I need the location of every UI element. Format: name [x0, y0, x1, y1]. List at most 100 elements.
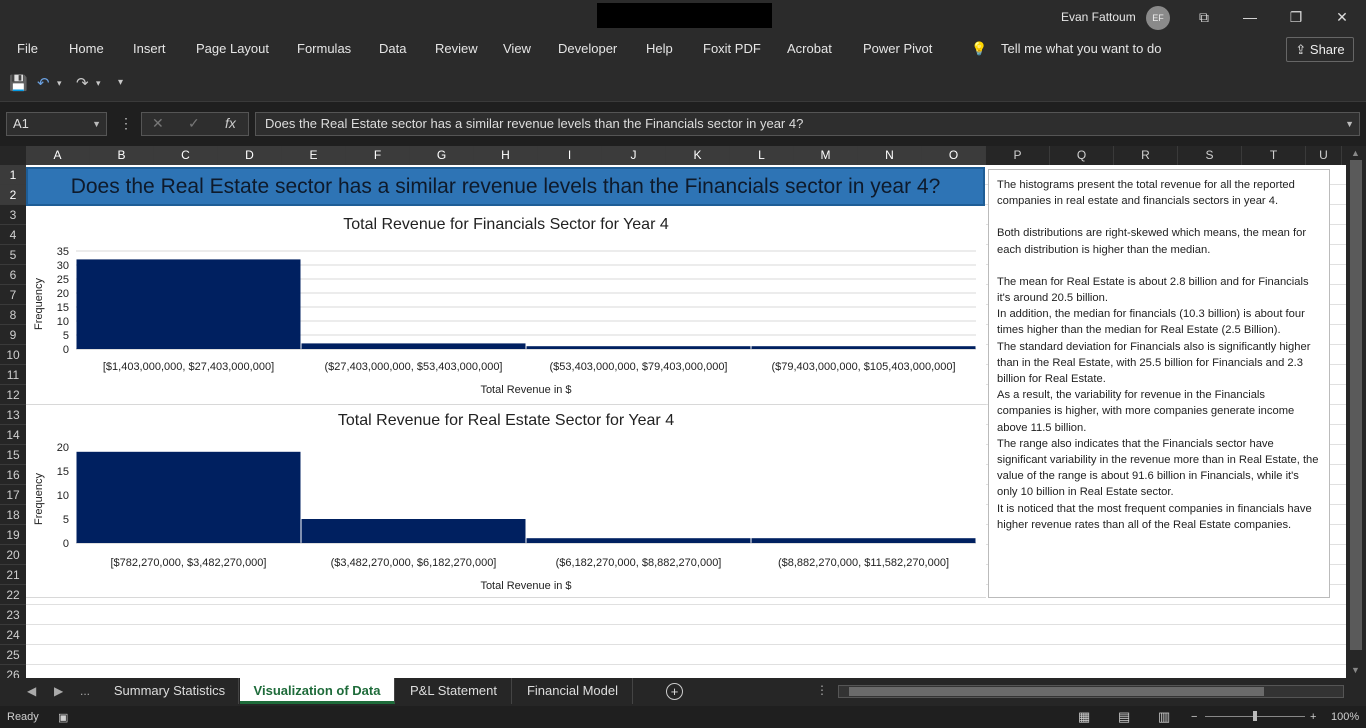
row-header[interactable]: 11 [0, 365, 26, 385]
worksheet-grid[interactable]: Does the Real Estate sector has a simila… [26, 165, 1346, 678]
row-header[interactable]: 23 [0, 605, 26, 625]
column-header[interactable]: B [90, 146, 154, 165]
scroll-thumb[interactable] [849, 687, 1264, 696]
scroll-up-icon[interactable]: ▲ [1351, 148, 1360, 158]
zoom-in-icon[interactable]: + [1310, 711, 1316, 723]
column-header[interactable]: I [538, 146, 602, 165]
column-header[interactable]: E [282, 146, 346, 165]
row-header[interactable]: 12 [0, 385, 26, 405]
minimize-icon[interactable]: — [1238, 5, 1262, 29]
accessibility-icon[interactable]: ▣ [58, 711, 68, 724]
row-header[interactable]: 10 [0, 345, 26, 365]
row-header[interactable]: 20 [0, 545, 26, 565]
chevron-down-icon[interactable]: ▼ [92, 113, 101, 135]
page-layout-view-icon[interactable]: ▤ [1118, 709, 1130, 725]
real-estate-histogram[interactable]: Total Revenue for Real Estate Sector for… [26, 405, 986, 598]
sheet-tab-financial-model[interactable]: Financial Model [513, 678, 633, 704]
row-header[interactable]: 26 [0, 665, 26, 678]
horizontal-scrollbar[interactable] [838, 685, 1344, 698]
column-header[interactable]: D [218, 146, 282, 165]
row-header[interactable]: 15 [0, 445, 26, 465]
undo-icon[interactable]: ↶ [37, 74, 50, 92]
redo-dropdown-icon[interactable]: ▾ [96, 78, 101, 89]
tab-help[interactable]: Help [646, 41, 673, 56]
row-header[interactable]: 21 [0, 565, 26, 585]
tab-formulas[interactable]: Formulas [297, 41, 351, 56]
column-header[interactable]: C [154, 146, 218, 165]
scroll-thumb[interactable] [1350, 160, 1362, 650]
row-header[interactable]: 8 [0, 305, 26, 325]
tab-power-pivot[interactable]: Power Pivot [863, 41, 932, 56]
column-header[interactable]: U [1306, 146, 1342, 165]
row-header[interactable]: 13 [0, 405, 26, 425]
column-header[interactable]: G [410, 146, 474, 165]
column-header[interactable]: P [986, 146, 1050, 165]
row-header[interactable]: 4 [0, 225, 26, 245]
row-header[interactable]: 9 [0, 325, 26, 345]
row-header[interactable]: 1 [0, 165, 26, 185]
row-header[interactable]: 14 [0, 425, 26, 445]
sheet-tab-pl-statement[interactable]: P&L Statement [396, 678, 512, 704]
row-header[interactable]: 5 [0, 245, 26, 265]
add-sheet-icon[interactable]: + [666, 683, 683, 700]
more-options-icon[interactable]: ⋮ [119, 115, 133, 132]
normal-view-icon[interactable]: ▦ [1078, 709, 1090, 725]
save-icon[interactable]: 💾 [9, 74, 28, 92]
financials-histogram[interactable]: Total Revenue for Financials Sector for … [26, 209, 986, 405]
next-sheet-icon[interactable]: ▶ [54, 684, 63, 698]
column-header[interactable]: M [794, 146, 858, 165]
vertical-scrollbar[interactable]: ▲ ▼ [1346, 146, 1366, 678]
column-header[interactable]: A [26, 146, 90, 165]
row-header[interactable]: 6 [0, 265, 26, 285]
share-button[interactable]: ⇪ Share [1286, 37, 1354, 62]
more-sheets[interactable]: ... [80, 684, 90, 698]
column-header[interactable]: N [858, 146, 922, 165]
row-header[interactable]: 16 [0, 465, 26, 485]
tab-review[interactable]: Review [435, 41, 478, 56]
analysis-text-box[interactable]: The histograms present the total revenue… [988, 169, 1330, 598]
scroll-down-icon[interactable]: ▼ [1351, 665, 1360, 675]
tell-me-search[interactable]: Tell me what you want to do [1001, 41, 1161, 56]
row-header[interactable]: 18 [0, 505, 26, 525]
zoom-level[interactable]: 100% [1331, 711, 1359, 723]
enter-icon[interactable]: ✓ [188, 115, 200, 132]
avatar[interactable]: EF [1146, 6, 1170, 30]
row-header[interactable]: 22 [0, 585, 26, 605]
row-header[interactable]: 25 [0, 645, 26, 665]
row-header[interactable]: 2 [0, 185, 26, 205]
page-break-view-icon[interactable]: ▥ [1158, 709, 1170, 725]
column-header[interactable]: K [666, 146, 730, 165]
column-header[interactable]: R [1114, 146, 1178, 165]
insert-function-icon[interactable]: fx [225, 115, 236, 131]
zoom-out-icon[interactable]: − [1191, 711, 1197, 723]
prev-sheet-icon[interactable]: ◀ [27, 684, 36, 698]
undo-dropdown-icon[interactable]: ▾ [57, 78, 62, 89]
column-header[interactable]: H [474, 146, 538, 165]
redo-icon[interactable]: ↷ [76, 74, 89, 92]
tab-acrobat[interactable]: Acrobat [787, 41, 832, 56]
restore-icon[interactable]: ❐ [1284, 5, 1308, 29]
ribbon-display-icon[interactable]: ⧉ [1192, 5, 1216, 29]
close-icon[interactable]: ✕ [1330, 5, 1354, 29]
tab-home[interactable]: Home [69, 41, 104, 56]
tab-page-layout[interactable]: Page Layout [196, 41, 269, 56]
column-header[interactable]: F [346, 146, 410, 165]
column-header[interactable]: T [1242, 146, 1306, 165]
column-header[interactable]: Q [1050, 146, 1114, 165]
column-header[interactable]: L [730, 146, 794, 165]
row-header[interactable]: 19 [0, 525, 26, 545]
tab-foxit-pdf[interactable]: Foxit PDF [703, 41, 761, 56]
cancel-icon[interactable]: ✕ [152, 115, 164, 132]
column-header[interactable]: S [1178, 146, 1242, 165]
tab-split-handle-icon[interactable]: ⋮ [816, 683, 828, 697]
zoom-slider-knob[interactable] [1253, 711, 1257, 721]
row-header[interactable]: 24 [0, 625, 26, 645]
row-header[interactable]: 3 [0, 205, 26, 225]
sheet-tab-summary-statistics[interactable]: Summary Statistics [101, 678, 239, 704]
expand-formula-icon[interactable]: ▼ [1345, 113, 1354, 135]
customize-toolbar-icon[interactable]: ▾ [118, 77, 123, 88]
title-cell[interactable]: Does the Real Estate sector has a simila… [26, 167, 985, 206]
tab-developer[interactable]: Developer [558, 41, 617, 56]
name-box[interactable]: A1 ▼ [6, 112, 107, 136]
tab-insert[interactable]: Insert [133, 41, 166, 56]
